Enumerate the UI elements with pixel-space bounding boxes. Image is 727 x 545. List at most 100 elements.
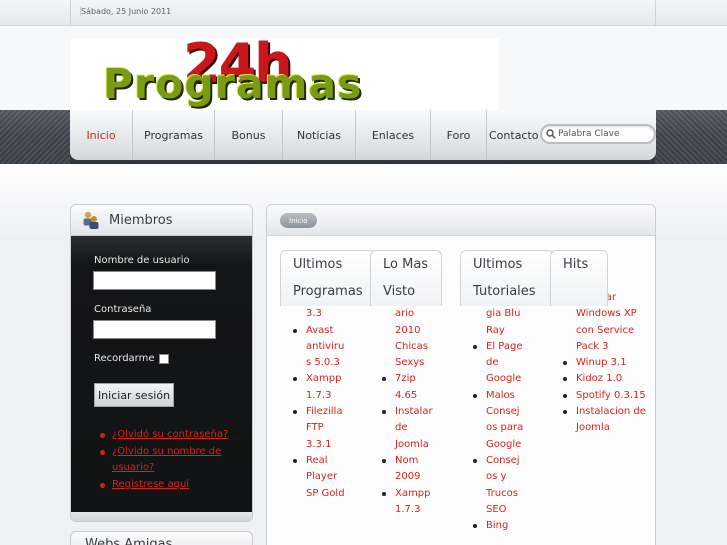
item-link[interactable]: Xampp 1.7.3: [306, 373, 341, 400]
most-viewed-title: Lo Mas Visto: [370, 250, 442, 306]
login-module-title: Miembros: [109, 212, 173, 228]
list-item[interactable]: Real Player SP Gold: [292, 453, 346, 502]
list-item[interactable]: Nom 2009: [381, 453, 435, 486]
divider: [70, 0, 71, 26]
item-link[interactable]: El Page de Google: [486, 341, 522, 385]
list-item[interactable]: Consejos y Trucos SEO: [472, 453, 524, 518]
item-link[interactable]: Malos Consejos para Google: [486, 390, 523, 450]
item-link[interactable]: Spotify 0.3.15: [576, 390, 646, 401]
column-title: Lo Mas Visto: [383, 257, 429, 299]
most-viewed-list: Calendario 2010 Chicas Sexys7zip 4.65Ins…: [381, 290, 435, 518]
item-link[interactable]: Bing: [486, 520, 508, 531]
bullet: [293, 377, 297, 382]
bullet: [382, 377, 386, 382]
bullet: [473, 458, 477, 463]
breadcrumb[interactable]: Inicio: [280, 213, 317, 228]
item-link[interactable]: Nom 2009: [395, 455, 420, 482]
bullet: [473, 524, 477, 529]
bullet: [563, 410, 567, 415]
list-item[interactable]: ¿Olvido su nombre de usuario?: [100, 444, 250, 477]
item-link[interactable]: Avast antivirus 5.0.3: [306, 325, 344, 369]
nav-band-pattern-left: [0, 110, 70, 164]
bullet: [473, 344, 477, 349]
list-item[interactable]: Kidoz 1.0: [562, 371, 654, 387]
hits-list: Integrar Windows XP con Service Pack 3Wi…: [562, 290, 654, 437]
search-icon: [546, 129, 556, 139]
site-logo[interactable]: 24h Programas: [71, 38, 499, 112]
current-date: Sábado, 25 Junio 2011: [80, 7, 172, 16]
column-title: Ultimos Tutoriales: [473, 257, 536, 299]
members-icon: [83, 211, 99, 229]
list-item[interactable]: 7zip 4.65: [381, 371, 435, 404]
item-link[interactable]: Xampp 1.7.3: [395, 488, 430, 515]
nav-item-inicio[interactable]: Inicio: [70, 110, 133, 160]
hits-title: Hits: [550, 250, 608, 306]
list-item[interactable]: Avast antivirus 5.0.3: [292, 323, 346, 372]
column-title: Ultimos Programas: [293, 257, 363, 299]
bullet: [563, 361, 567, 366]
list-item[interactable]: Malos Consejos para Google: [472, 388, 524, 453]
list-item[interactable]: Winup 3.1: [562, 355, 654, 371]
friends-module-header: Webs Amigas: [70, 531, 253, 545]
bullet: [473, 393, 477, 398]
remember-checkbox[interactable]: [159, 354, 169, 364]
list-item[interactable]: El Page de Google: [472, 339, 524, 388]
latest-programs-title: Ultimos Programas: [280, 250, 376, 306]
login-module-footer: [70, 512, 253, 522]
item-link[interactable]: Filezilla FTP 3.3.1: [306, 406, 342, 450]
item-link[interactable]: Instalacion de Joomla: [576, 406, 646, 433]
list-item[interactable]: Bing: [472, 518, 524, 534]
item-link[interactable]: Consejos y Trucos SEO: [486, 455, 520, 515]
latest-programs-list-clip: Flash 3.3Avast antivirus 5.0.3Xampp 1.7.…: [292, 290, 346, 545]
username-field[interactable]: [93, 271, 216, 290]
logo-word: Programas: [103, 60, 363, 108]
bullet: [563, 393, 567, 398]
main-panel-header: [267, 205, 655, 236]
latest-tutorials-list-clip: Tecnologia Blu RayEl Page de GoogleMalos…: [472, 290, 524, 545]
list-item[interactable]: Xampp 1.7.3: [292, 371, 346, 404]
item-link[interactable]: Instalar de Joomla: [395, 406, 433, 450]
item-link[interactable]: Winup 3.1: [576, 357, 627, 368]
item-link[interactable]: Real Player SP Gold: [306, 455, 345, 499]
forgot-username-link[interactable]: ¿Olvido su nombre de usuario?: [112, 446, 221, 474]
login-module-header: Miembros: [70, 204, 253, 236]
password-field[interactable]: [93, 320, 216, 339]
top-bar: Sábado, 25 Junio 2011: [0, 0, 727, 26]
password-label: Contraseña: [94, 304, 152, 315]
divider: [655, 0, 656, 26]
login-button[interactable]: Iniciar sesión: [94, 383, 174, 407]
nav-item-programas[interactable]: Programas: [133, 110, 215, 160]
login-links: ¿Olvidó su contraseña? ¿Olvido su nombre…: [100, 427, 250, 493]
nav-item-bonus[interactable]: Bonus: [215, 110, 283, 160]
nav-item-enlaces[interactable]: Enlaces: [356, 110, 431, 160]
latest-programs-list: Flash 3.3Avast antivirus 5.0.3Xampp 1.7.…: [292, 290, 346, 502]
list-item[interactable]: Registrese aquí: [100, 477, 250, 494]
username-label: Nombre de usuario: [94, 255, 190, 266]
search-box[interactable]: [540, 124, 656, 144]
bullet: [563, 377, 567, 382]
list-item[interactable]: Instalar de Joomla: [381, 404, 435, 453]
bullet: [293, 410, 297, 415]
list-item[interactable]: Xampp 1.7.3: [381, 486, 435, 519]
item-link[interactable]: 7zip 4.65: [395, 373, 417, 400]
nav-item-noticias[interactable]: Noticias: [283, 110, 356, 160]
register-link[interactable]: Registrese aquí: [112, 479, 189, 490]
list-item[interactable]: Filezilla FTP 3.3.1: [292, 404, 346, 453]
latest-tutorials-title: Ultimos Tutoriales: [460, 250, 554, 306]
search-input[interactable]: [558, 129, 648, 139]
bullet: [382, 410, 386, 415]
bullet: [293, 328, 297, 333]
column-title: Hits: [563, 257, 589, 272]
list-item[interactable]: Spotify 0.3.15: [562, 388, 654, 404]
bullet: [382, 491, 386, 496]
list-item[interactable]: ¿Olvidó su contraseña?: [100, 427, 250, 444]
nav-item-foro[interactable]: Foro: [431, 110, 487, 160]
most-viewed-list-clip: Calendario 2010 Chicas Sexys7zip 4.65Ins…: [381, 290, 435, 545]
forgot-password-link[interactable]: ¿Olvidó su contraseña?: [112, 429, 228, 440]
friends-module-title: Webs Amigas: [85, 537, 173, 545]
item-link[interactable]: Kidoz 1.0: [576, 373, 622, 384]
remember-label: Recordarme: [94, 353, 155, 364]
list-item[interactable]: Instalacion de Joomla: [562, 404, 654, 437]
nav-band-pattern-right: [655, 110, 727, 164]
latest-tutorials-list: Tecnologia Blu RayEl Page de GoogleMalos…: [472, 290, 524, 534]
